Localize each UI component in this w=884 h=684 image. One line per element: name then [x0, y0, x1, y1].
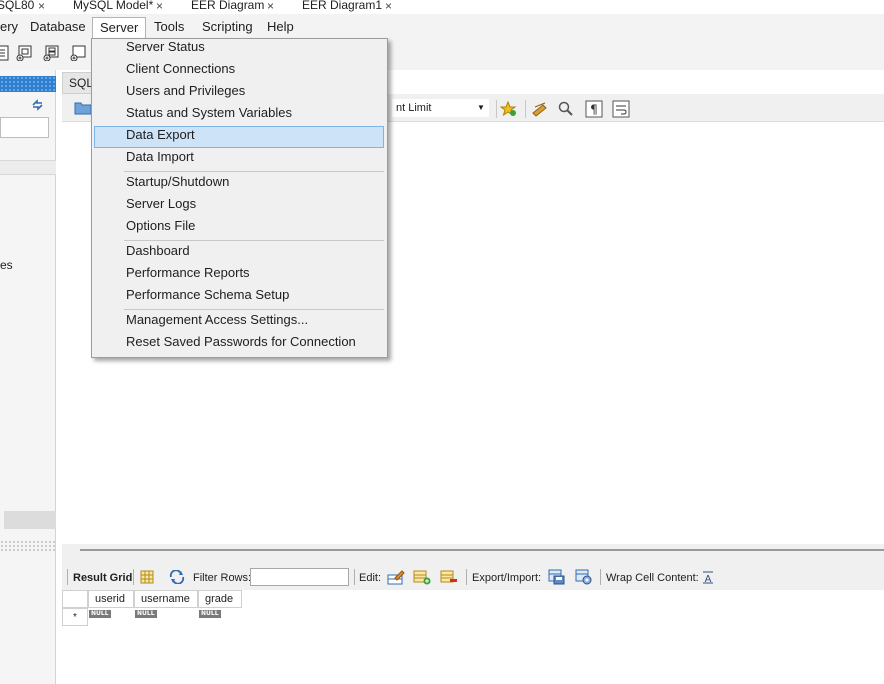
menu-database[interactable]: Database [30, 18, 86, 36]
export-import-label: Export/Import: [472, 572, 542, 584]
result-grid-tab[interactable]: Result Grid [73, 571, 132, 585]
add-snippet-star-icon[interactable] [500, 101, 517, 117]
close-icon[interactable]: × [267, 0, 274, 13]
close-icon[interactable]: × [385, 0, 392, 13]
column-header-grade[interactable]: grade [198, 590, 242, 608]
chevron-down-icon[interactable]: ▼ [477, 99, 485, 117]
close-icon[interactable]: × [156, 0, 163, 13]
toolbar-separator [525, 100, 526, 118]
null-value-badge[interactable]: NULL [199, 610, 221, 618]
new-table-icon[interactable] [16, 45, 32, 61]
add-row-icon[interactable] [413, 569, 431, 585]
menu-item-client-connections[interactable]: Client Connections [126, 59, 235, 79]
navigator-header [0, 76, 56, 92]
beautify-brush-icon[interactable] [531, 101, 549, 117]
invisible-characters-icon[interactable]: ¶ [585, 100, 603, 118]
null-value-badge[interactable]: NULL [89, 610, 111, 618]
tab-mysql-model[interactable]: MySQL Model* [73, 0, 153, 12]
toolbar-separator [133, 569, 134, 585]
sidebar-partial-label: es [0, 258, 13, 272]
menu-item-dashboard[interactable]: Dashboard [126, 241, 190, 261]
open-folder-icon[interactable] [74, 101, 92, 115]
sql-file-icon[interactable] [0, 45, 10, 61]
refresh-icon[interactable] [31, 99, 44, 111]
menu-item-status-and-system-variables[interactable]: Status and System Variables [126, 103, 292, 123]
menu-item-management-access-settings[interactable]: Management Access Settings... [126, 310, 308, 330]
menu-item-performance-reports[interactable]: Performance Reports [126, 263, 250, 283]
edit-row-icon[interactable] [387, 569, 405, 585]
wrap-text-icon[interactable]: A [701, 570, 715, 584]
tab-eer-diagram1[interactable]: EER Diagram1 [302, 0, 382, 12]
sidebar-splitter[interactable] [0, 540, 56, 552]
export-icon[interactable] [548, 569, 566, 585]
menu-item-data-import[interactable]: Data Import [126, 147, 194, 167]
sidebar-tab-bar[interactable] [4, 511, 56, 529]
document-tab-strip: SQL80 × MySQL Model* × EER Diagram × EER… [0, 0, 884, 14]
filter-rows-label: Filter Rows: [193, 572, 252, 584]
menu-item-server-logs[interactable]: Server Logs [126, 194, 196, 214]
toolbar-separator [466, 569, 467, 585]
refresh-icon[interactable] [169, 570, 185, 584]
column-header-userid[interactable]: userid [88, 590, 134, 608]
menu-item-performance-schema-setup[interactable]: Performance Schema Setup [126, 285, 289, 305]
menu-help[interactable]: Help [267, 18, 294, 36]
menu-query[interactable]: ery [0, 18, 18, 36]
grid-corner-cell[interactable] [62, 590, 88, 608]
new-row-marker[interactable]: * [62, 608, 88, 626]
tab-sql80[interactable]: SQL80 [0, 0, 34, 12]
menu-item-reset-saved-passwords[interactable]: Reset Saved Passwords for Connection [126, 332, 356, 352]
menu-item-server-status[interactable]: Server Status [126, 37, 205, 57]
toolbar-separator [496, 100, 497, 118]
sidebar-divider [0, 160, 56, 175]
menu-server[interactable]: Server [92, 17, 147, 39]
new-view-icon[interactable] [43, 45, 59, 61]
null-value-badge[interactable]: NULL [135, 610, 157, 618]
close-icon[interactable]: × [38, 0, 45, 13]
menu-tools[interactable]: Tools [154, 18, 184, 36]
edit-label: Edit: [359, 572, 382, 584]
toolbar-separator [67, 569, 68, 585]
menu-scripting[interactable]: Scripting [202, 18, 253, 36]
menu-item-options-file[interactable]: Options File [126, 216, 195, 236]
column-header-username[interactable]: username [134, 590, 198, 608]
toolbar-separator [600, 569, 601, 585]
menu-item-startup-shutdown[interactable]: Startup/Shutdown [126, 172, 229, 192]
search-icon[interactable] [558, 101, 574, 117]
new-function-icon[interactable] [70, 45, 86, 61]
editor-scrollbar[interactable] [80, 549, 884, 551]
editor-results-splitter[interactable] [62, 544, 884, 564]
toolbar-separator [354, 569, 355, 585]
menu-item-users-and-privileges[interactable]: Users and Privileges [126, 81, 245, 101]
import-icon[interactable] [575, 569, 593, 585]
svg-text:¶: ¶ [590, 103, 598, 117]
limit-rows-select[interactable]: nt Limit [392, 99, 489, 117]
menu-item-data-export[interactable]: Data Export [126, 125, 195, 145]
tab-eer-diagram[interactable]: EER Diagram [191, 0, 264, 12]
word-wrap-icon[interactable] [612, 100, 630, 118]
schema-filter-input[interactable] [0, 117, 49, 138]
wrap-cell-content-label: Wrap Cell Content: [606, 572, 699, 584]
grid-view-icon[interactable] [140, 570, 154, 584]
delete-row-icon[interactable] [440, 569, 458, 585]
filter-rows-input[interactable] [250, 568, 349, 586]
